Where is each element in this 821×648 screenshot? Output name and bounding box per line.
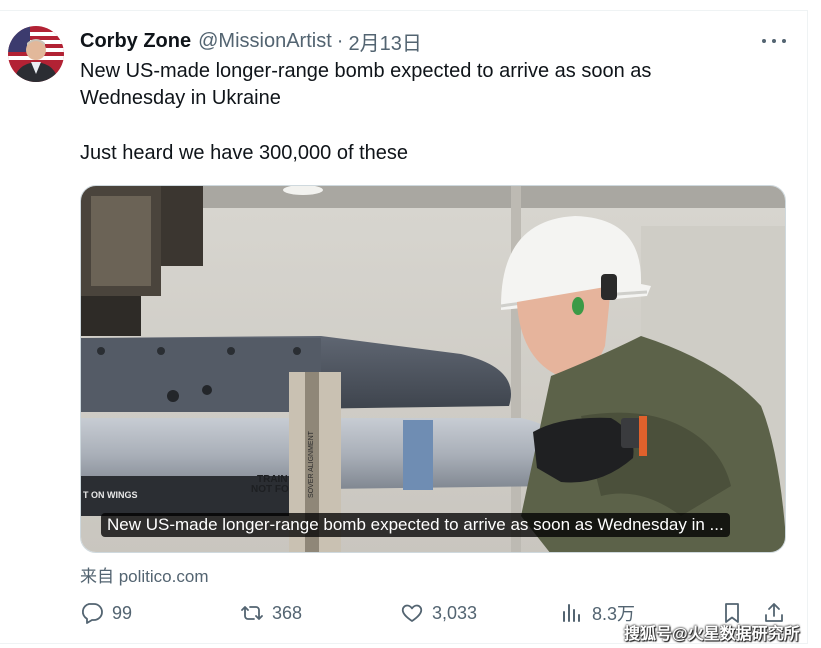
- author-name[interactable]: Corby Zone: [80, 30, 191, 53]
- views-icon: [560, 601, 592, 625]
- tweet-date[interactable]: 2月13日: [348, 27, 421, 56]
- more-dots-icon[interactable]: [762, 33, 786, 49]
- like-count: 3,033: [432, 602, 478, 623]
- image-text-vertical: SOVER ALIGNMENT: [308, 430, 315, 498]
- tweet-text-line: New US-made longer-range bomb expected t…: [80, 60, 652, 82]
- image-text-wings: T ON WINGS: [83, 490, 138, 500]
- reply-count: 99: [112, 602, 133, 623]
- reply-button[interactable]: 99: [80, 598, 132, 628]
- card-image: T ON WINGS TRAIN NOT FO SOVER ALIGNMENT: [81, 186, 785, 552]
- separator-dot: ·: [336, 29, 344, 52]
- tweet-header: Corby Zone @MissionArtist · 2月13日: [80, 27, 422, 56]
- tweet-text: New US-made longer-range bomb expected t…: [80, 58, 780, 167]
- tweet-text-line: Just heard we have 300,000 of these: [80, 142, 409, 164]
- retweet-button[interactable]: 368: [240, 598, 302, 628]
- link-card[interactable]: T ON WINGS TRAIN NOT FO SOVER ALIGNMENT …: [80, 185, 786, 553]
- avatar[interactable]: [8, 26, 64, 82]
- image-text-trainer-2: NOT FO: [251, 484, 289, 495]
- heart-icon: [400, 601, 432, 625]
- author-handle[interactable]: @MissionArtist: [198, 30, 332, 53]
- tweet-text-line: Wednesday in Ukraine: [80, 87, 281, 109]
- reply-icon: [80, 601, 112, 625]
- retweet-count: 368: [272, 602, 303, 623]
- retweet-icon: [240, 601, 272, 625]
- card-caption: New US-made longer-range bomb expected t…: [101, 513, 730, 537]
- like-button[interactable]: 3,033: [400, 598, 477, 628]
- watermark: 搜狐号@火星数据研究所: [624, 626, 800, 643]
- card-source-link[interactable]: 来自 politico.com: [80, 562, 208, 587]
